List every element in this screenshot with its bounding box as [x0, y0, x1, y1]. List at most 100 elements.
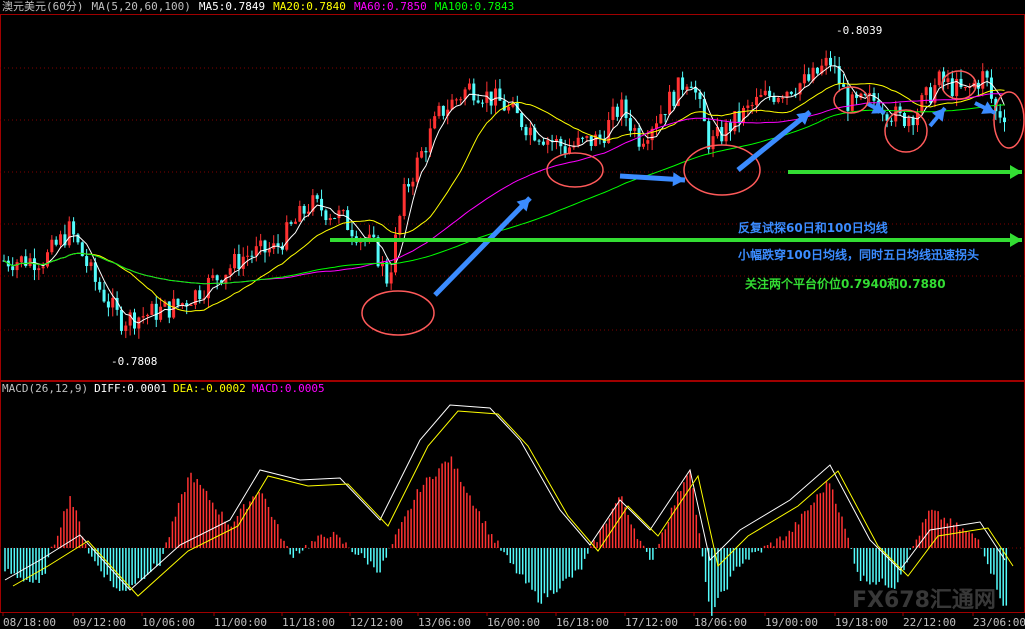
annotation-circle-2: [683, 144, 761, 196]
x-tick-label: 11/00:00: [214, 616, 267, 629]
macd-value: MACD:0.0005: [251, 382, 325, 395]
candle-body: [981, 71, 985, 89]
candle-body: [998, 111, 1002, 118]
candle-body: [668, 91, 672, 115]
candle-body: [328, 218, 332, 221]
blue-arrow-1: [433, 196, 532, 297]
candle-body: [324, 210, 328, 221]
candle-body: [789, 91, 793, 94]
candle-body: [633, 128, 637, 131]
candle-body: [507, 106, 511, 111]
chart-header: 澳元美元(60分) MA(5,20,60,100) MA5:0.7849 MA20:0…: [2, 0, 522, 14]
candle-body: [750, 105, 754, 107]
candle-body: [776, 97, 780, 102]
x-tick-label: 16/00:00: [487, 616, 540, 629]
candle-body: [250, 255, 254, 257]
candle-body: [672, 91, 676, 106]
low-price-label: -0.7808: [111, 355, 158, 368]
candle-body: [528, 127, 532, 136]
candle-body: [246, 255, 250, 257]
candle-body: [489, 91, 493, 106]
candle-body: [1003, 117, 1006, 123]
green-arrow-2-head: [1010, 165, 1022, 179]
candle-body: [124, 325, 128, 331]
candle-body: [920, 95, 924, 113]
candle-body: [615, 106, 619, 117]
x-tick-label: 19/00:00: [765, 616, 818, 629]
candle-body: [119, 309, 123, 331]
x-tick-label: 19/18:00: [835, 616, 888, 629]
ma5-value: MA5:0.7849: [198, 0, 266, 13]
candle-body: [467, 83, 471, 90]
candle-body: [950, 78, 954, 97]
candle-body: [611, 106, 615, 120]
candle-body: [846, 86, 850, 111]
x-tick-label: 23/06:00: [973, 616, 1025, 629]
candle-body: [494, 88, 498, 106]
candle-body: [772, 96, 776, 102]
candle-body: [685, 86, 689, 90]
candle-body: [441, 105, 445, 116]
x-tick-label: 17/12:00: [625, 616, 678, 629]
candle-body: [502, 100, 506, 111]
candle-body: [341, 210, 345, 212]
candle-body: [67, 221, 71, 246]
candle-body: [380, 262, 384, 267]
candle-body: [659, 114, 663, 124]
candle-body: [398, 216, 402, 235]
candle-body: [111, 297, 115, 308]
candle-body: [189, 304, 193, 306]
candle-body: [807, 74, 811, 81]
dea-value: DEA:-0.0002: [172, 382, 246, 395]
candle-body: [889, 120, 893, 122]
x-tick-label: 12/12:00: [350, 616, 403, 629]
annotation-circle-4: [884, 109, 928, 153]
candle-body: [459, 99, 463, 101]
x-tick-label: 11/18:00: [282, 616, 335, 629]
annotation-break: 小幅跌穿100日均线，同时五日均线迅速拐头: [738, 248, 980, 262]
ma100-value: MA100:0.7843: [434, 0, 515, 13]
candle-body: [46, 252, 49, 267]
candle-body: [298, 205, 302, 222]
candle-body: [146, 314, 150, 317]
candle-body: [524, 127, 528, 136]
candle-body: [128, 312, 132, 326]
candle-body: [946, 78, 950, 82]
candle-body: [681, 77, 685, 90]
candle-body: [415, 157, 419, 182]
candle-body: [228, 268, 232, 275]
candle-body: [746, 105, 750, 108]
candle-body: [337, 210, 341, 219]
candle-body: [215, 275, 219, 281]
candle-body: [959, 78, 963, 88]
candle-body: [937, 71, 941, 86]
ma-params-label: MA(5,20,60,100): [91, 0, 191, 13]
candle-body: [563, 146, 567, 154]
candle-body: [402, 184, 406, 217]
x-tick-label: 10/06:00: [142, 616, 195, 629]
candle-body: [985, 71, 989, 78]
candle-body: [646, 140, 650, 144]
candle-body: [781, 97, 785, 99]
candle-body: [293, 221, 297, 224]
candle-body: [11, 266, 15, 271]
candle-body: [102, 289, 106, 302]
candle-body: [106, 301, 110, 308]
candle-body: [89, 262, 93, 266]
candle-body: [285, 222, 289, 250]
candle-body: [407, 184, 411, 187]
candle-body: [663, 114, 667, 116]
x-tick-label: 22/12:00: [903, 616, 956, 629]
candle-body: [241, 256, 245, 269]
candle-body: [824, 57, 828, 66]
candle-body: [759, 95, 763, 97]
candle-body: [333, 218, 337, 220]
candle-body: [520, 113, 524, 128]
candle-body: [576, 137, 580, 146]
candle-body: [711, 136, 715, 150]
x-tick-label: 09/12:00: [73, 616, 126, 629]
symbol-label: 澳元美元(60分): [2, 0, 84, 13]
annotation-circle-5: [941, 70, 977, 100]
candle-body: [755, 96, 759, 106]
candle-body: [907, 117, 911, 127]
